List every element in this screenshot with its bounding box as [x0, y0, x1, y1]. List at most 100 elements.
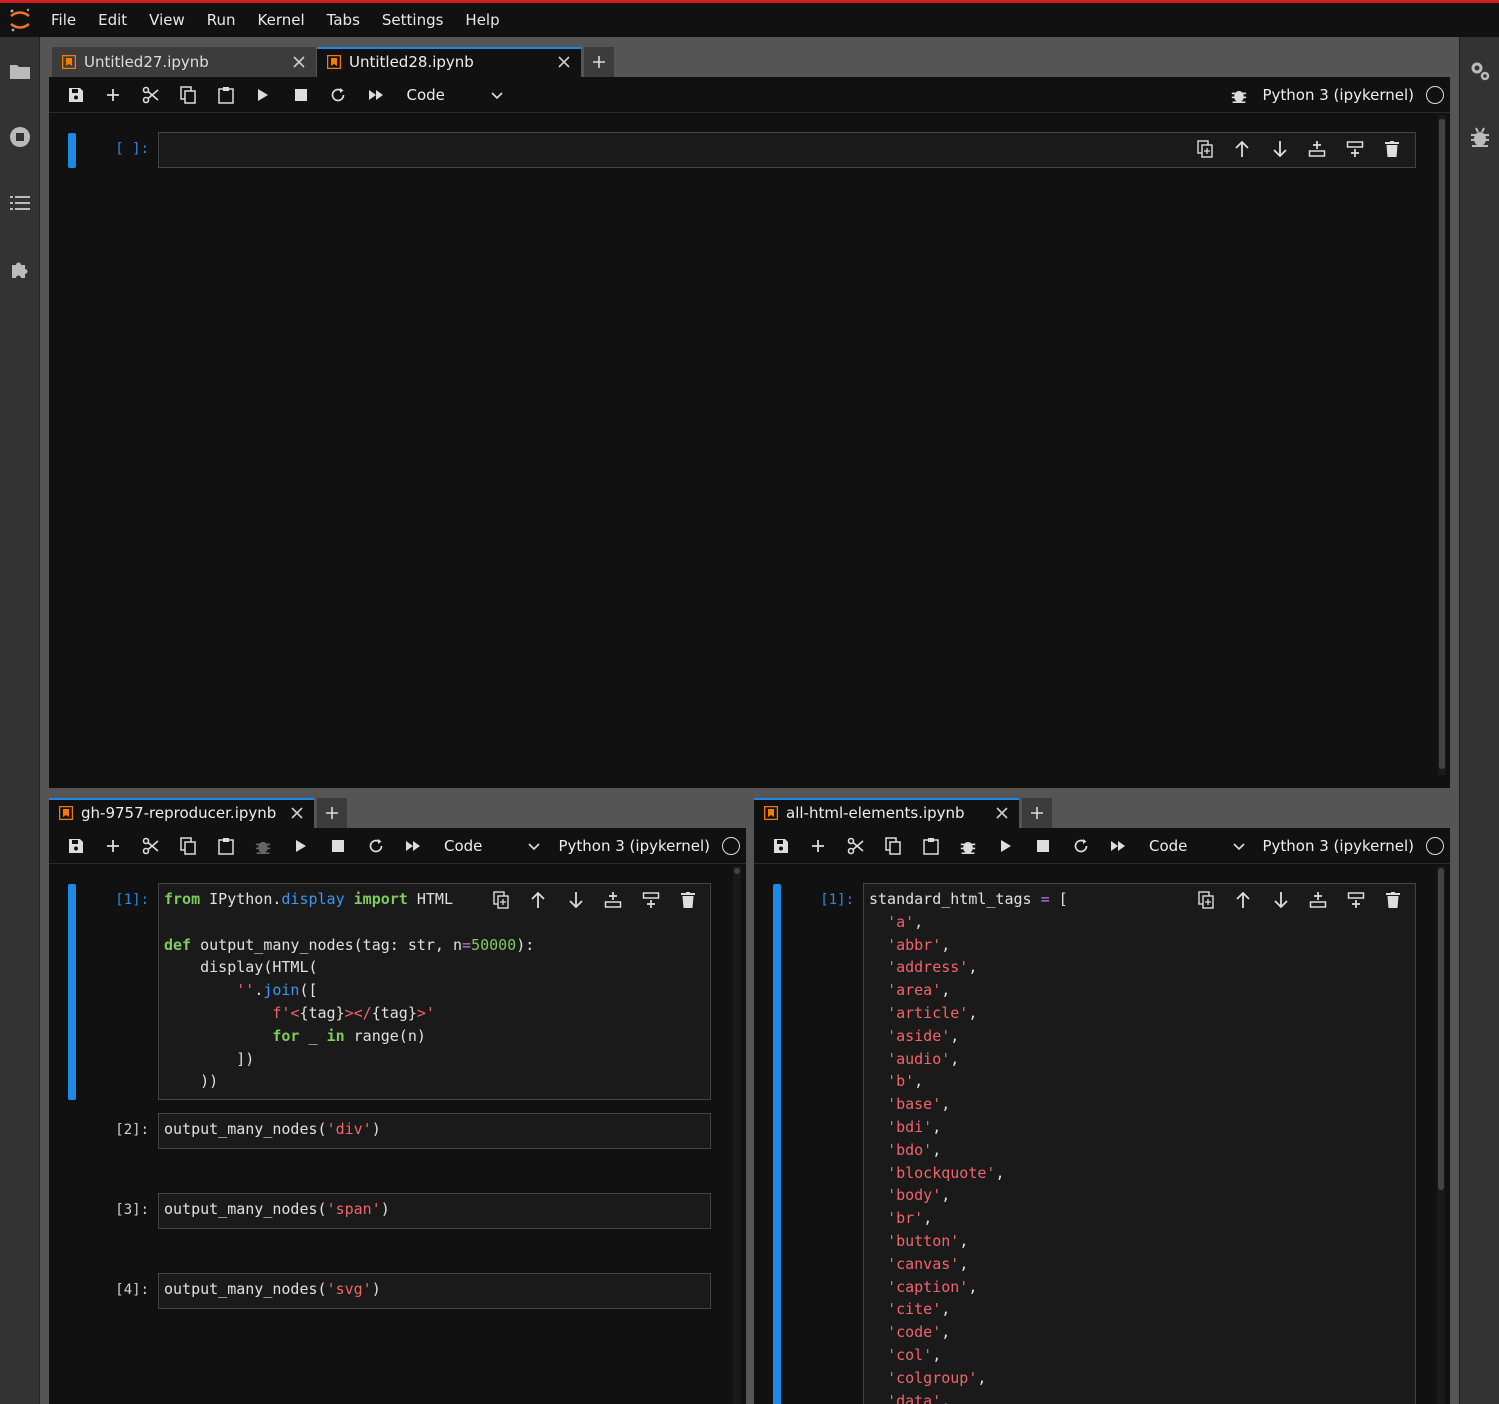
insert-below-icon[interactable] — [1336, 137, 1374, 161]
cell-collapser[interactable] — [68, 884, 76, 1100]
code-editor[interactable]: output_many_nodes('svg') — [158, 1273, 711, 1309]
code-editor[interactable]: output_many_nodes('div') — [158, 1113, 711, 1149]
paste-icon[interactable] — [207, 831, 245, 861]
cut-icon[interactable] — [132, 831, 170, 861]
cell-type-select[interactable]: Code — [403, 86, 503, 104]
cell-toolbar — [1186, 137, 1411, 161]
kernel-name[interactable]: Python 3 (ipykernel) — [558, 837, 710, 855]
move-up-icon[interactable] — [1225, 888, 1263, 912]
copy-icon[interactable] — [170, 831, 208, 861]
move-down-icon[interactable] — [1261, 137, 1299, 161]
notebook-icon — [62, 55, 76, 69]
restart-icon[interactable] — [1062, 831, 1100, 861]
kernel-name[interactable]: Python 3 (ipykernel) — [1262, 837, 1414, 855]
folder-icon[interactable] — [8, 59, 32, 83]
save-icon[interactable] — [57, 831, 95, 861]
restart-icon[interactable] — [357, 831, 395, 861]
restart-icon[interactable] — [320, 80, 358, 110]
code-editor[interactable]: from IPython.display import HTML def outp… — [158, 883, 711, 1100]
move-down-icon[interactable] — [557, 888, 595, 912]
add-cell-icon[interactable] — [95, 831, 133, 861]
fast-forward-icon[interactable] — [357, 80, 395, 110]
paste-icon[interactable] — [912, 831, 950, 861]
debugger-toggle-icon[interactable] — [950, 831, 988, 861]
extension-icon[interactable] — [8, 258, 32, 282]
running-icon[interactable] — [8, 125, 32, 149]
delete-cell-icon[interactable] — [1374, 137, 1412, 161]
move-up-icon[interactable] — [520, 888, 558, 912]
new-tab-button[interactable] — [1022, 798, 1052, 828]
run-icon[interactable] — [282, 831, 320, 861]
fast-forward-icon[interactable] — [1100, 831, 1138, 861]
menu-file[interactable]: File — [40, 3, 87, 37]
new-tab-button[interactable] — [584, 47, 614, 77]
tab-untitled27[interactable]: Untitled27.ipynb — [52, 47, 317, 77]
menu-settings[interactable]: Settings — [371, 3, 455, 37]
property-inspector-icon[interactable] — [1468, 59, 1492, 83]
cell-type-select[interactable]: Code — [1145, 837, 1245, 855]
cell-collapser[interactable] — [773, 884, 781, 1404]
insert-below-icon[interactable] — [1337, 888, 1375, 912]
tab-untitled28[interactable]: Untitled28.ipynb — [317, 47, 582, 77]
duplicate-cell-icon[interactable] — [482, 888, 520, 912]
cut-icon[interactable] — [837, 831, 875, 861]
code-token: import — [353, 890, 408, 908]
delete-cell-icon[interactable] — [670, 888, 708, 912]
scrollbar[interactable] — [1438, 115, 1446, 775]
kernel-name[interactable]: Python 3 (ipykernel) — [1262, 86, 1414, 104]
insert-above-icon[interactable] — [595, 888, 633, 912]
menu-kernel[interactable]: Kernel — [247, 3, 316, 37]
delete-cell-icon[interactable] — [1375, 888, 1413, 912]
save-icon[interactable] — [762, 831, 800, 861]
add-cell-icon[interactable] — [95, 80, 133, 110]
duplicate-cell-icon[interactable] — [1186, 137, 1224, 161]
fast-forward-icon[interactable] — [395, 831, 433, 861]
insert-below-icon[interactable] — [632, 888, 670, 912]
scrollbar-thumb[interactable] — [1438, 868, 1444, 1190]
insert-above-icon[interactable] — [1299, 137, 1337, 161]
save-icon[interactable] — [57, 80, 95, 110]
tab-all-html-elements[interactable]: all-html-elements.ipynb — [754, 798, 1020, 828]
debugger-toggle-icon[interactable] — [1224, 80, 1254, 110]
toc-icon[interactable] — [8, 191, 32, 215]
close-icon[interactable] — [290, 53, 308, 71]
paste-icon[interactable] — [207, 80, 245, 110]
cell-type-select[interactable]: Code — [440, 837, 540, 855]
copy-icon[interactable] — [875, 831, 913, 861]
code-line: 'data', — [869, 1390, 1410, 1404]
debugger-icon[interactable] — [1468, 125, 1492, 149]
close-icon[interactable] — [555, 53, 573, 71]
move-down-icon[interactable] — [1262, 888, 1300, 912]
menu-view[interactable]: View — [138, 3, 196, 37]
stop-icon[interactable] — [320, 831, 358, 861]
tab-gh-9757-reproducer[interactable]: gh-9757-reproducer.ipynb — [49, 798, 315, 828]
run-icon[interactable] — [245, 80, 283, 110]
close-icon[interactable] — [993, 804, 1011, 822]
duplicate-cell-icon[interactable] — [1187, 888, 1225, 912]
scrollbar[interactable] — [733, 866, 741, 1404]
scrollbar[interactable] — [1437, 866, 1445, 1404]
stop-icon[interactable] — [282, 80, 320, 110]
add-cell-icon[interactable] — [800, 831, 838, 861]
close-icon[interactable] — [288, 804, 306, 822]
scrollbar-thumb[interactable] — [734, 868, 740, 874]
insert-above-icon[interactable] — [1300, 888, 1338, 912]
scrollbar-thumb[interactable] — [1439, 119, 1445, 769]
copy-icon[interactable] — [170, 80, 208, 110]
debugger-toggle-icon[interactable] — [245, 831, 283, 861]
new-tab-button[interactable] — [317, 798, 347, 828]
cut-icon[interactable] — [132, 80, 170, 110]
run-icon[interactable] — [987, 831, 1025, 861]
chevron-down-icon — [1233, 837, 1245, 855]
move-up-icon[interactable] — [1224, 137, 1262, 161]
menu-run[interactable]: Run — [196, 3, 247, 37]
menu-tabs[interactable]: Tabs — [316, 3, 371, 37]
code-editor[interactable]: output_many_nodes('span') — [158, 1193, 711, 1229]
cell-collapser[interactable] — [68, 133, 76, 168]
stop-icon[interactable] — [1025, 831, 1063, 861]
menu-help[interactable]: Help — [454, 3, 510, 37]
code-editor[interactable]: standard_html_tags = [ 'a', 'abbr', 'add… — [863, 883, 1416, 1404]
menu-edit[interactable]: Edit — [87, 3, 138, 37]
